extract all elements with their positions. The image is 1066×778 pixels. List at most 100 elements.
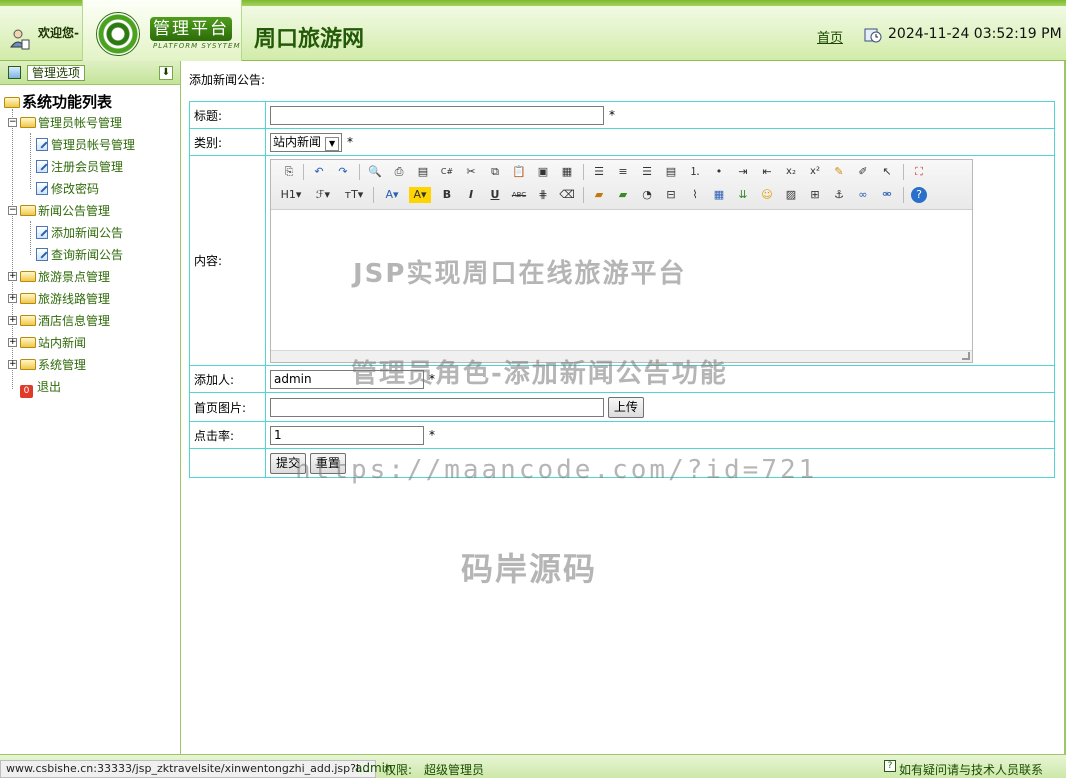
insert-image-icon[interactable]: ▨ [783,187,799,203]
sidebar-item-admin-accounts[interactable]: 管理员帐号管理 [36,136,135,154]
help-icon[interactable]: ? [911,186,927,203]
cut-icon[interactable]: ✂ [463,164,479,180]
clear-format-icon[interactable]: ✎ [831,164,847,180]
resize-handle-icon[interactable] [962,351,970,360]
font-color-icon[interactable]: A▾ [381,187,403,203]
code-icon[interactable]: C# [439,164,455,180]
highlight-icon[interactable]: A▾ [409,186,431,203]
align-center-icon[interactable]: ≡ [615,164,631,180]
main-content: 添加新闻公告: 标题: * 类别: 站内新闻 ▼ * 内容: ⎘ ↶ ↷ 🔍 ⎙… [182,61,1066,754]
embed-icon[interactable]: ⊟ [663,187,679,203]
sidebar-group-routes[interactable]: 旅游线路管理 [20,290,110,308]
category-select[interactable]: 站内新闻 ▼ [270,132,343,152]
sidebar-group-system[interactable]: 系统管理 [20,356,86,374]
clicks-input[interactable]: 1 [270,425,424,445]
collapse-icon[interactable]: − [8,118,17,127]
select-all-icon[interactable]: ✐ [855,164,871,180]
print-icon[interactable]: ⎙ [391,164,407,180]
home-link[interactable]: 首页 [817,27,843,46]
expand-icon[interactable]: + [8,294,17,303]
sidebar-item-exit[interactable]: 0 退出 [20,378,61,398]
expand-icon[interactable]: + [8,272,17,281]
bold-icon[interactable]: B [439,187,455,203]
sidebar-item-change-password[interactable]: 修改密码 [36,180,99,198]
template-icon[interactable]: ▤ [415,164,431,180]
sidebar-item-label: 添加新闻公告 [51,226,124,240]
underline-icon[interactable]: U [487,187,503,203]
italic-icon[interactable]: I [463,187,479,203]
undo-icon[interactable]: ↶ [311,164,327,180]
sidebar-group-site-news[interactable]: 站内新闻 [20,334,86,352]
insert-row-icon[interactable]: ⇊ [735,187,751,203]
image-path-input[interactable] [270,397,604,417]
sidebar-item-label: 查询新闻公告 [51,248,124,262]
sidebar: 管理选项 ⬇ 系统功能列表 − 管理员帐号管理 管理员帐号管理 注册会员管理 修… [0,61,181,754]
flash-icon[interactable]: ▰ [615,187,631,203]
folder-open-icon [20,205,36,216]
form-row-category: 类别: 站内新闻 ▼ * [189,128,1055,156]
collapse-icon[interactable]: − [8,206,17,215]
arrow-down-icon[interactable]: ⬇ [159,66,173,80]
align-right-icon[interactable]: ☰ [639,164,655,180]
align-left-icon[interactable]: ☰ [591,164,607,180]
paste-word-icon[interactable]: ▦ [559,164,575,180]
sidebar-group-admin-accounts[interactable]: 管理员帐号管理 [20,114,122,132]
paste-text-icon[interactable]: ▣ [535,164,551,180]
justify-icon[interactable]: ▤ [663,164,679,180]
media-icon[interactable]: ◔ [639,187,655,203]
folder-icon [20,293,36,304]
sidebar-group-news[interactable]: 新闻公告管理 [20,202,110,220]
sidebar-group-attractions[interactable]: 旅游景点管理 [20,268,110,286]
image-label: 首页图片: [189,392,266,422]
page-break-icon[interactable]: ⊞ [807,187,823,203]
subscript-icon[interactable]: x₂ [783,164,799,180]
unlink-icon[interactable]: ⚮ [879,187,895,203]
strikethrough-icon[interactable]: ABC [511,187,527,203]
eraser-icon[interactable]: ⌫ [559,187,575,203]
unordered-list-icon[interactable]: • [711,164,727,180]
logo-subtitle: PLATFORM SYSYTEM [153,42,241,50]
expand-icon[interactable]: + [8,316,17,325]
edit-document-icon [36,226,48,239]
sidebar-item-query-news[interactable]: 查询新闻公告 [36,246,123,264]
expand-icon[interactable]: + [8,338,17,347]
category-value: 站内新闻 [273,134,322,149]
calculator-icon [8,66,21,79]
sidebar-group-label: 酒店信息管理 [38,314,111,328]
copy-icon[interactable]: ⧉ [487,164,503,180]
form-row-title: 标题: * [189,101,1055,129]
link-icon[interactable]: ∞ [855,187,871,203]
indent-icon[interactable]: ⇥ [735,164,751,180]
preview-icon[interactable]: 🔍 [367,164,383,180]
ordered-list-icon[interactable]: ⒈ [687,164,703,180]
select-icon[interactable]: ↖ [879,164,895,180]
heading-icon[interactable]: H1▾ [279,187,303,203]
sidebar-group-hotels[interactable]: 酒店信息管理 [20,312,110,330]
sidebar-item-add-news[interactable]: 添加新闻公告 [36,224,123,242]
user-icon [10,29,30,50]
sidebar-item-members[interactable]: 注册会员管理 [36,158,123,176]
role-label: 权限: [384,763,413,777]
expand-icon[interactable]: + [8,360,17,369]
font-family-icon[interactable]: ℱ▾ [311,187,335,203]
hr-icon[interactable]: ⋕ [535,187,551,203]
paste-icon[interactable]: 📋 [511,164,527,180]
attachment-icon[interactable]: ⌇ [687,187,703,203]
emoticon-icon[interactable]: ☺ [759,187,775,203]
fullscreen-icon[interactable]: ⛶ [911,164,927,180]
redo-icon[interactable]: ↷ [335,164,351,180]
source-icon[interactable]: ⎘ [281,164,297,180]
anchor-icon[interactable]: ⚓ [831,187,847,203]
upload-button[interactable]: 上传 [607,396,644,418]
tree-root[interactable]: 系统功能列表 [4,91,112,112]
table-icon[interactable]: ▦ [711,187,727,203]
edit-document-icon [36,248,48,261]
title-input[interactable] [270,105,604,125]
sidebar-item-label: 修改密码 [51,182,100,196]
superscript-icon[interactable]: x² [807,164,823,180]
manage-options-button[interactable]: 管理选项 [27,65,86,81]
font-size-icon[interactable]: тT▾ [341,187,367,203]
help-text: 如有疑问请与技术人员联系 [899,763,1044,777]
outdent-icon[interactable]: ⇤ [759,164,775,180]
image-icon[interactable]: ▰ [591,187,607,203]
